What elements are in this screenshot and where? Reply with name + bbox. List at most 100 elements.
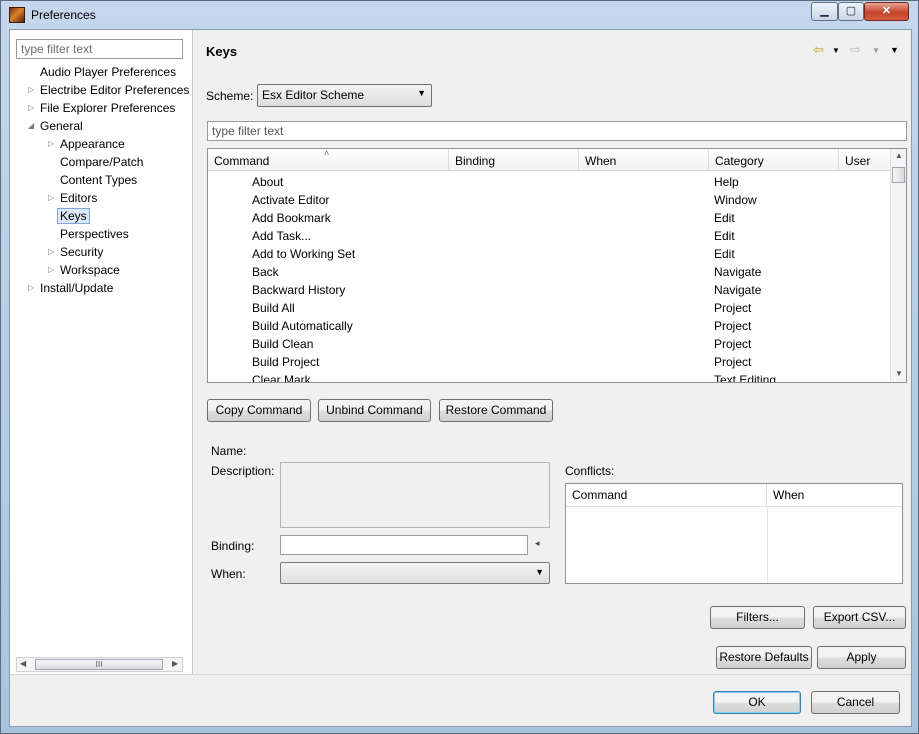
tree-item[interactable]: Perspectives	[60, 225, 129, 243]
collapsed-icon[interactable]: ▷	[28, 279, 34, 297]
minimize-button[interactable]: ▁	[811, 2, 838, 21]
tree-item[interactable]: Compare/Patch	[60, 153, 143, 171]
view-menu-icon[interactable]: ▼	[890, 45, 899, 55]
table-row[interactable]: Back Navigate	[208, 263, 890, 281]
description-label: Description:	[211, 464, 275, 478]
tree-item-label: Compare/Patch	[60, 155, 144, 169]
table-row[interactable]: About Help	[208, 173, 890, 191]
tree-item-label: Security	[60, 245, 104, 259]
column-command[interactable]: ˄ Command	[208, 149, 449, 171]
collapsed-icon[interactable]: ▷	[28, 81, 34, 99]
copy-command-button[interactable]: Copy Command	[207, 399, 311, 422]
close-button[interactable]: ✕	[864, 2, 909, 21]
export-csv-button[interactable]: Export CSV...	[813, 606, 906, 629]
back-arrow-icon[interactable]: ⇦	[813, 42, 824, 58]
tree-item[interactable]: ▷ Editors	[48, 189, 97, 207]
page-title: Keys	[206, 44, 238, 59]
tree-item-label: Electribe Editor Preferences	[40, 83, 190, 97]
tree-item[interactable]: ▷ Install/Update	[28, 279, 113, 297]
column-binding[interactable]: Binding	[449, 149, 579, 171]
scheme-label: Scheme:	[206, 89, 254, 103]
command-cell: Build Clean	[252, 337, 314, 351]
forward-arrow-icon[interactable]: ⇨	[850, 42, 861, 58]
table-row[interactable]: Build Project Project	[208, 353, 890, 371]
collapsed-icon[interactable]: ▷	[48, 189, 54, 207]
table-row[interactable]: Build All Project	[208, 299, 890, 317]
when-select[interactable]: ▼	[280, 562, 550, 584]
preferences-window: Preferences ▁ ▢ ✕ type filter text Audio…	[0, 0, 919, 734]
table-row[interactable]: Add Task... Edit	[208, 227, 890, 245]
collapsed-icon[interactable]: ▷	[28, 99, 34, 117]
tree-item[interactable]: ▷ Appearance	[48, 135, 125, 153]
command-cell: Build All	[252, 301, 295, 315]
tree-item[interactable]: ▷ Security	[48, 243, 104, 261]
sort-ascending-icon: ˄	[324, 148, 330, 158]
table-row[interactable]: Activate Editor Window	[208, 191, 890, 209]
cancel-button[interactable]: Cancel	[811, 691, 900, 714]
tree-item[interactable]: Keys	[57, 207, 90, 225]
scroll-up-icon[interactable]: ▲	[895, 151, 903, 160]
collapsed-icon[interactable]: ▷	[48, 135, 54, 153]
tree-horizontal-scrollbar[interactable]: ◀ III ▶	[16, 657, 183, 672]
apply-button[interactable]: Apply	[817, 646, 906, 669]
command-cell: About	[252, 175, 284, 189]
tree-item[interactable]: ▷ File Explorer Preferences	[28, 99, 176, 117]
conflicts-column-when[interactable]: When	[767, 484, 902, 506]
restore-command-button[interactable]: Restore Command	[439, 399, 553, 422]
column-user[interactable]: User	[839, 149, 890, 171]
collapsed-icon[interactable]: ▷	[48, 261, 54, 279]
command-cell: Add to Working Set	[252, 247, 356, 261]
tree-item-label: File Explorer Preferences	[40, 101, 176, 115]
column-label: Command	[214, 154, 270, 168]
column-when[interactable]: When	[579, 149, 709, 171]
maximize-button[interactable]: ▢	[838, 2, 864, 21]
tree-item[interactable]: ▷ Workspace	[48, 261, 120, 279]
scrollbar-thumb[interactable]: III	[35, 659, 163, 670]
tree-item-label: Keys	[57, 208, 90, 224]
conflicts-table: Command When	[565, 483, 903, 584]
tree-item-label: Content Types	[60, 173, 138, 187]
scroll-left-icon[interactable]: ◀	[20, 659, 26, 668]
table-row[interactable]: Clear Mark Text Editing	[208, 371, 890, 382]
dialog-body: type filter text Audio Player Preference…	[9, 29, 912, 727]
tree-item[interactable]: ◢ General	[28, 117, 83, 135]
preferences-tree-panel: type filter text Audio Player Preference…	[10, 30, 193, 674]
unbind-command-button[interactable]: Unbind Command	[318, 399, 431, 422]
scroll-right-icon[interactable]: ▶	[172, 659, 178, 668]
collapsed-icon[interactable]: ▷	[48, 243, 54, 261]
binding-input[interactable]	[280, 535, 528, 555]
scrollbar-thumb[interactable]	[892, 167, 905, 183]
category-cell: Project	[714, 337, 752, 351]
command-cell: Build Project	[252, 355, 320, 369]
forward-menu-icon[interactable]: ▼	[872, 46, 880, 55]
expanded-icon[interactable]: ◢	[28, 117, 34, 135]
table-row[interactable]: Add Bookmark Edit	[208, 209, 890, 227]
restore-defaults-button[interactable]: Restore Defaults	[716, 646, 812, 669]
category-cell: Navigate	[714, 283, 762, 297]
command-filter-input[interactable]: type filter text	[207, 121, 907, 141]
tree-filter-input[interactable]: type filter text	[16, 39, 183, 59]
conflicts-column-command[interactable]: Command	[566, 484, 767, 506]
divider	[10, 674, 911, 675]
ok-button[interactable]: OK	[713, 691, 801, 714]
scheme-select[interactable]: Esx Editor Scheme ▼	[257, 84, 432, 107]
conflicts-label: Conflicts:	[565, 464, 615, 478]
tree-item[interactable]: ▷ Electribe Editor Preferences	[28, 81, 190, 99]
name-label: Name:	[211, 444, 247, 458]
binding-menu-icon[interactable]: ◂	[535, 538, 540, 549]
tree-item[interactable]: Audio Player Preferences	[40, 63, 176, 81]
back-menu-icon[interactable]: ▼	[832, 46, 840, 55]
filters-button[interactable]: Filters...	[710, 606, 805, 629]
scroll-down-icon[interactable]: ▼	[895, 369, 903, 378]
table-row[interactable]: Build Clean Project	[208, 335, 890, 353]
table-row[interactable]: Add to Working Set Edit	[208, 245, 890, 263]
title-bar[interactable]: Preferences ▁ ▢ ✕	[1, 1, 918, 29]
tree-item[interactable]: Content Types	[60, 171, 137, 189]
table-vertical-scrollbar[interactable]: ▲ ▼	[890, 149, 906, 382]
column-category[interactable]: Category	[709, 149, 839, 171]
table-row[interactable]: Build Automatically Project	[208, 317, 890, 335]
when-label: When:	[211, 567, 246, 581]
table-row[interactable]: Backward History Navigate	[208, 281, 890, 299]
category-cell: Navigate	[714, 265, 762, 279]
category-cell: Help	[714, 175, 739, 189]
